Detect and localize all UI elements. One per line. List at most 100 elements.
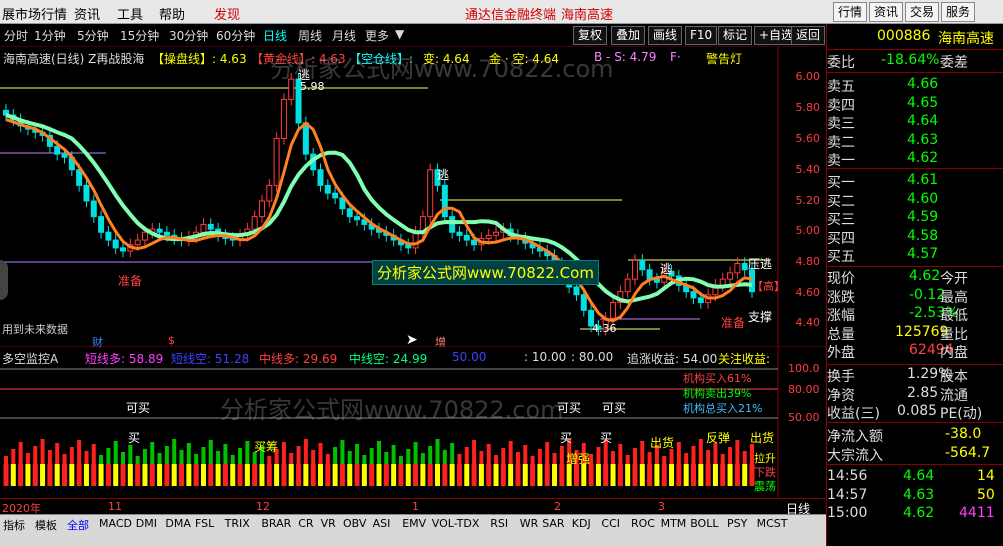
menu-help[interactable]: 帮助 <box>159 4 185 23</box>
mark-button[interactable]: 标记 <box>718 26 753 45</box>
tab-30min[interactable]: 30分钟 <box>169 27 208 44</box>
indicator-tab-obv[interactable]: OBV <box>343 517 366 530</box>
nav-service-button[interactable]: 服务 <box>941 2 976 22</box>
strength-bar <box>647 452 652 464</box>
price-chart[interactable]: 海南高速(日线) Z再战股海 【操盘线】: 4.63 【黄金线】: 4.63 【… <box>0 46 826 349</box>
nav-news-button[interactable]: 资讯 <box>869 2 904 22</box>
stat-label: 涨跌 <box>827 289 855 306</box>
tab-daily[interactable]: 日线 <box>263 27 287 44</box>
tab-intraday[interactable]: 分时 <box>4 27 28 44</box>
indicator-tab-cr[interactable]: CR <box>298 517 313 530</box>
nav-trade-button[interactable]: 交易 <box>905 2 940 22</box>
y-tick: 5.40 <box>795 163 821 176</box>
strength-bar <box>113 441 118 464</box>
quote-row: 净资 2.85 流通 <box>827 385 1003 404</box>
indicator-tab-brar[interactable]: BRAR <box>261 517 291 530</box>
tab-15min[interactable]: 15分钟 <box>120 27 159 44</box>
strength-bar <box>377 441 381 464</box>
indicator-bar <box>113 464 119 486</box>
indicator-tab-trix[interactable]: TRIX <box>225 517 250 530</box>
tick-time: 15:00 <box>827 505 868 521</box>
stat-label: PE(动) <box>940 406 983 422</box>
chevron-down-icon[interactable]: ▼ <box>395 27 404 41</box>
indicator-tab-psy[interactable]: PSY <box>727 517 747 530</box>
candle-body <box>346 208 353 218</box>
can-buy-signal: 可买 <box>126 401 151 415</box>
indicator-tab-dma[interactable]: DMA <box>165 517 191 530</box>
tab-1min[interactable]: 1分钟 <box>34 27 66 44</box>
draw-line-button[interactable]: 画线 <box>648 26 683 45</box>
ask-label: 卖一 <box>827 153 855 169</box>
tab-weekly[interactable]: 周线 <box>298 27 322 44</box>
indicator-bar <box>698 464 704 486</box>
overlay-button[interactable]: 叠加 <box>611 26 646 45</box>
strength-bar <box>91 444 96 464</box>
institution-buy: 机构买入61% <box>683 372 752 385</box>
strength-bar <box>691 446 696 464</box>
quote-row: 卖四 4.65 <box>827 95 1003 114</box>
indicator-bar <box>3 464 9 486</box>
quote-row: 换手 1.29% 股本 <box>827 366 1003 385</box>
strength-bar <box>33 446 38 464</box>
indicator-bar <box>588 464 594 486</box>
candle-body <box>105 231 112 241</box>
indicator-tab-vr[interactable]: VR <box>321 517 336 530</box>
strength-bar <box>186 443 191 464</box>
indicator-tab-dmi[interactable]: DMI <box>136 517 157 530</box>
quote-panel: 000886 海南高速 委比 -18.64% 委差 卖五 4.66 卖四 4.65 卖三… <box>826 24 1003 546</box>
ask-price: 4.62 <box>907 150 939 166</box>
indicator-tab-rsi[interactable]: RSI <box>490 517 508 530</box>
tick-price: 4.63 <box>903 486 935 503</box>
indicator-tab-asi[interactable]: ASI <box>373 517 391 530</box>
side-collapse-handle[interactable] <box>0 260 8 300</box>
indicator-tab-指标[interactable]: 指标 <box>3 517 25 533</box>
indicator-tab-emv[interactable]: EMV <box>402 517 426 530</box>
indicator-tab-macd[interactable]: MACD <box>99 517 132 530</box>
indicator-bar <box>471 464 477 486</box>
menu-news[interactable]: 资讯 <box>74 4 100 23</box>
tab-monthly[interactable]: 月线 <box>332 27 356 44</box>
indicator-tab-kdj[interactable]: KDJ <box>572 517 591 530</box>
indicator-tab-模板[interactable]: 模板 <box>35 517 57 533</box>
strength-bar <box>216 451 221 464</box>
indicator-tab-sar[interactable]: SAR <box>542 517 564 530</box>
indicator-tab-mtm[interactable]: MTM <box>661 517 687 530</box>
flow-label: 净流入额 <box>827 429 883 445</box>
candle-body <box>493 231 500 236</box>
menu-discover[interactable]: 发现 <box>214 4 240 23</box>
strength-bar <box>611 451 616 464</box>
nav-quotes-button[interactable]: 行情 <box>833 2 868 22</box>
candle-body <box>471 239 478 246</box>
strength-bar <box>106 448 111 464</box>
indicator-tab-mcst[interactable]: MCST <box>757 517 788 530</box>
strength-bar <box>340 440 345 464</box>
quote-row: 买二 4.60 <box>827 191 1003 210</box>
indicator-tab-vol-tdx[interactable]: VOL-TDX <box>432 517 480 530</box>
tab-5min[interactable]: 5分钟 <box>77 27 109 44</box>
indicator-tab-fsl[interactable]: FSL <box>195 517 214 530</box>
tab-60min[interactable]: 60分钟 <box>216 27 255 44</box>
indicator-tab-cci[interactable]: CCI <box>601 517 620 530</box>
indicator-tab-roc[interactable]: ROC <box>631 517 655 530</box>
indicator-bar <box>208 464 214 486</box>
indicator-tab-全部[interactable]: 全部 <box>67 517 89 533</box>
watermark: 分析家公式网www.70822.com <box>270 55 614 83</box>
menu-tools[interactable]: 工具 <box>117 4 143 23</box>
menu-market[interactable]: 展市场行情 <box>2 4 67 23</box>
indicator-tab-boll[interactable]: BOLL <box>690 517 718 530</box>
candle-body <box>456 231 463 236</box>
strength-bar <box>545 442 550 464</box>
stat-value: 0.085 <box>897 403 938 419</box>
indicator-tab-wr[interactable]: WR <box>520 517 539 530</box>
f10-button[interactable]: F10 <box>685 26 718 45</box>
prepare-signal: 准备 <box>118 274 143 288</box>
ask-label: 卖五 <box>827 79 855 95</box>
stat-label: 外盘 <box>827 345 855 361</box>
indicator-bar <box>310 464 316 486</box>
indicator-chart[interactable]: 多空监控A 短线多: 58.89 短线空: 51.28 中线多: 29.69 中… <box>0 346 826 498</box>
adjust-button[interactable]: 复权 <box>573 26 608 45</box>
tab-more[interactable]: 更多 <box>365 27 389 44</box>
back-button[interactable]: 返回 <box>791 26 826 45</box>
strength-bar <box>501 448 506 464</box>
indicator-bar <box>617 464 623 486</box>
